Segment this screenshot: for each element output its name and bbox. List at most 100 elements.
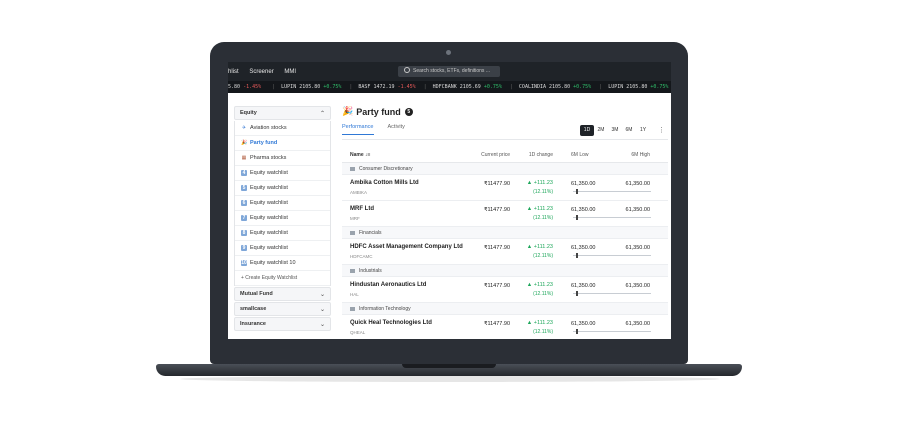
sector-label: Information Technology xyxy=(359,305,411,312)
page-title: 🎉 Party fund 5 xyxy=(342,106,413,117)
tab-performance[interactable]: Performance xyxy=(342,124,374,135)
sidebar-section-equity[interactable]: Equity ⌃ xyxy=(234,106,331,120)
number-icon: 10 xyxy=(241,260,247,266)
stock-name: Ambika Cotton Mills Ltd xyxy=(350,180,419,186)
sidebar-item-label: Equity watchlist xyxy=(250,245,288,251)
ticker-item[interactable]: HDFCBANK 2105.69 +0.75% xyxy=(433,84,502,90)
pharma-icon: ▦ xyxy=(241,155,247,161)
ticker-lead-price: 5.80 xyxy=(228,84,241,90)
range-bar xyxy=(573,291,651,296)
stock-change-pct: (12.11%) xyxy=(533,291,553,297)
main-panel: 🎉 Party fund 5 Performance Activity 1D 2M… xyxy=(342,102,668,339)
number-icon: 4 xyxy=(241,170,247,176)
nav-mmi[interactable]: MMI xyxy=(284,69,296,75)
range-bar xyxy=(573,189,651,194)
sidebar-item[interactable]: 10 Equity watchlist 10 xyxy=(235,256,330,271)
sidebar-item[interactable]: 🎉 Party fund xyxy=(235,136,330,151)
ticker-symbol: HDFCBANK xyxy=(432,84,457,90)
sidebar-item[interactable]: ▦ Pharma stocks xyxy=(235,151,330,166)
sidebar-section[interactable]: smallcase ⌄ xyxy=(234,302,331,316)
sidebar-section-label: smallcase xyxy=(240,306,267,312)
ticker-item[interactable]: COALINDIA 2105.80 +0.75% xyxy=(519,84,591,90)
sidebar-item[interactable]: 5 Equity watchlist xyxy=(235,181,330,196)
sidebar-item[interactable]: 4 Equity watchlist xyxy=(235,166,330,181)
chevron-up-icon: ⌃ xyxy=(319,110,325,117)
ticker-item[interactable]: LUPIN 2105.80 +0.75% xyxy=(608,84,668,90)
period-button[interactable]: 6M xyxy=(622,125,636,136)
stock-6m-high: 61,350.00 xyxy=(625,283,650,289)
col-high: 6M High xyxy=(631,152,650,158)
sector-header: Financials xyxy=(342,227,668,239)
stock-6m-low: 61,350.00 xyxy=(571,321,596,327)
range-bar xyxy=(573,329,651,334)
sidebar-section[interactable]: Insurance ⌄ xyxy=(234,317,331,331)
stock-name: HDFC Asset Management Company Ltd xyxy=(350,244,463,250)
ticker-lead: 5.80 -1.45% xyxy=(228,84,261,90)
ticker-change: +0.75% xyxy=(650,84,669,90)
page-title-text: Party fund xyxy=(356,106,401,117)
more-options-icon[interactable]: ⋮ xyxy=(658,126,665,134)
ticker-item[interactable]: BASF 1472.19 -1.45% xyxy=(358,84,415,90)
stock-price: ₹11477.90 xyxy=(483,181,510,187)
number-icon: 7 xyxy=(241,215,247,221)
stock-6m-high: 61,350.00 xyxy=(625,207,650,213)
tab-activity[interactable]: Activity xyxy=(388,124,405,135)
range-marker xyxy=(576,291,579,296)
ticker-symbol: LUPIN xyxy=(608,84,624,90)
search-input[interactable]: Search stocks, ETFs, definitions ... xyxy=(398,66,500,77)
sidebar-section-label: Mutual Fund xyxy=(240,291,273,297)
sidebar-item-label: Equity watchlist xyxy=(250,185,288,191)
stock-symbol: HAL xyxy=(350,292,359,297)
number-icon: 6 xyxy=(241,200,247,206)
ticker-change: +0.75% xyxy=(483,84,502,90)
sector-label: Industrials xyxy=(359,267,382,274)
table-row[interactable]: Hindustan Aeronautics Ltd HAL ₹11477.90 ▲ +… xyxy=(342,277,668,303)
period-button[interactable]: 3M xyxy=(608,125,622,136)
table-row[interactable]: MRF Ltd MRF ₹11477.90 ▲ +111.23 (12.11%) 61,3… xyxy=(342,201,668,227)
sector-label: Financials xyxy=(359,229,382,236)
chevron-down-icon: ⌄ xyxy=(319,291,325,298)
stock-change: ▲ +111.23 xyxy=(526,180,553,186)
sector-header: Consumer Discretionary xyxy=(342,163,668,175)
period-button[interactable]: 1Y xyxy=(636,125,650,136)
ticker-item[interactable]: LUPIN 2105.80 +0.75% xyxy=(281,84,341,90)
create-watchlist-button[interactable]: + Create Equity Watchlist xyxy=(235,271,330,286)
building-icon xyxy=(350,306,355,311)
stock-change-pct: (12.11%) xyxy=(533,215,553,221)
ticker-separator: | xyxy=(509,84,513,90)
sidebar-item[interactable]: 8 Equity watchlist xyxy=(235,226,330,241)
sidebar-item[interactable]: 6 Equity watchlist xyxy=(235,196,330,211)
table-row[interactable]: Ambika Cotton Mills Ltd AMBIKA ₹11477.90 ▲ … xyxy=(342,175,668,201)
stock-name: MRF Ltd xyxy=(350,206,374,212)
count-badge: 5 xyxy=(404,107,413,116)
laptop-shadow xyxy=(180,376,720,382)
sidebar-item[interactable]: ✈ Aviation stocks xyxy=(235,121,330,136)
ticker-symbol: COALINDIA xyxy=(518,84,547,90)
stock-price: ₹11477.90 xyxy=(483,245,510,251)
sector-header: Information Technology xyxy=(342,303,668,315)
building-icon xyxy=(350,166,355,171)
range-bar xyxy=(573,253,651,258)
nav-screener[interactable]: Screener xyxy=(249,69,273,75)
sidebar-section[interactable]: Mutual Fund ⌄ xyxy=(234,287,331,301)
table-row[interactable]: Quick Heal Technologies Ltd QHEAL ₹11477.9… xyxy=(342,315,668,339)
sidebar-sections: Mutual Fund ⌄ smallcase ⌄ Insurance ⌄ xyxy=(234,287,331,331)
stock-change: ▲ +111.23 xyxy=(526,320,553,326)
nav-watchlist[interactable]: hlist xyxy=(228,69,239,75)
building-icon xyxy=(350,230,355,235)
ticker-symbol: LUPIN xyxy=(281,84,297,90)
laptop-notch xyxy=(402,364,496,368)
period-button[interactable]: 2M xyxy=(594,125,608,136)
top-nav-bar: hlist Screener MMI Search stocks, ETFs, … xyxy=(228,62,671,81)
chevron-down-icon: ⌄ xyxy=(319,321,325,328)
ticker-lead-change: -1.45% xyxy=(243,84,262,90)
sidebar-item[interactable]: 7 Equity watchlist xyxy=(235,211,330,226)
table-row[interactable]: HDFC Asset Management Company Ltd HDFCAMC… xyxy=(342,239,668,265)
period-button[interactable]: 1D xyxy=(580,125,594,136)
top-nav: hlist Screener MMI xyxy=(228,69,305,75)
col-name[interactable]: Name ↓≡ xyxy=(350,152,370,158)
stock-symbol: AMBIKA xyxy=(350,190,368,195)
sidebar-item[interactable]: 9 Equity watchlist xyxy=(235,241,330,256)
table-header: Name ↓≡ Current price 1D change 6M Low 6… xyxy=(342,148,668,163)
sidebar-section-label: Insurance xyxy=(240,321,266,327)
